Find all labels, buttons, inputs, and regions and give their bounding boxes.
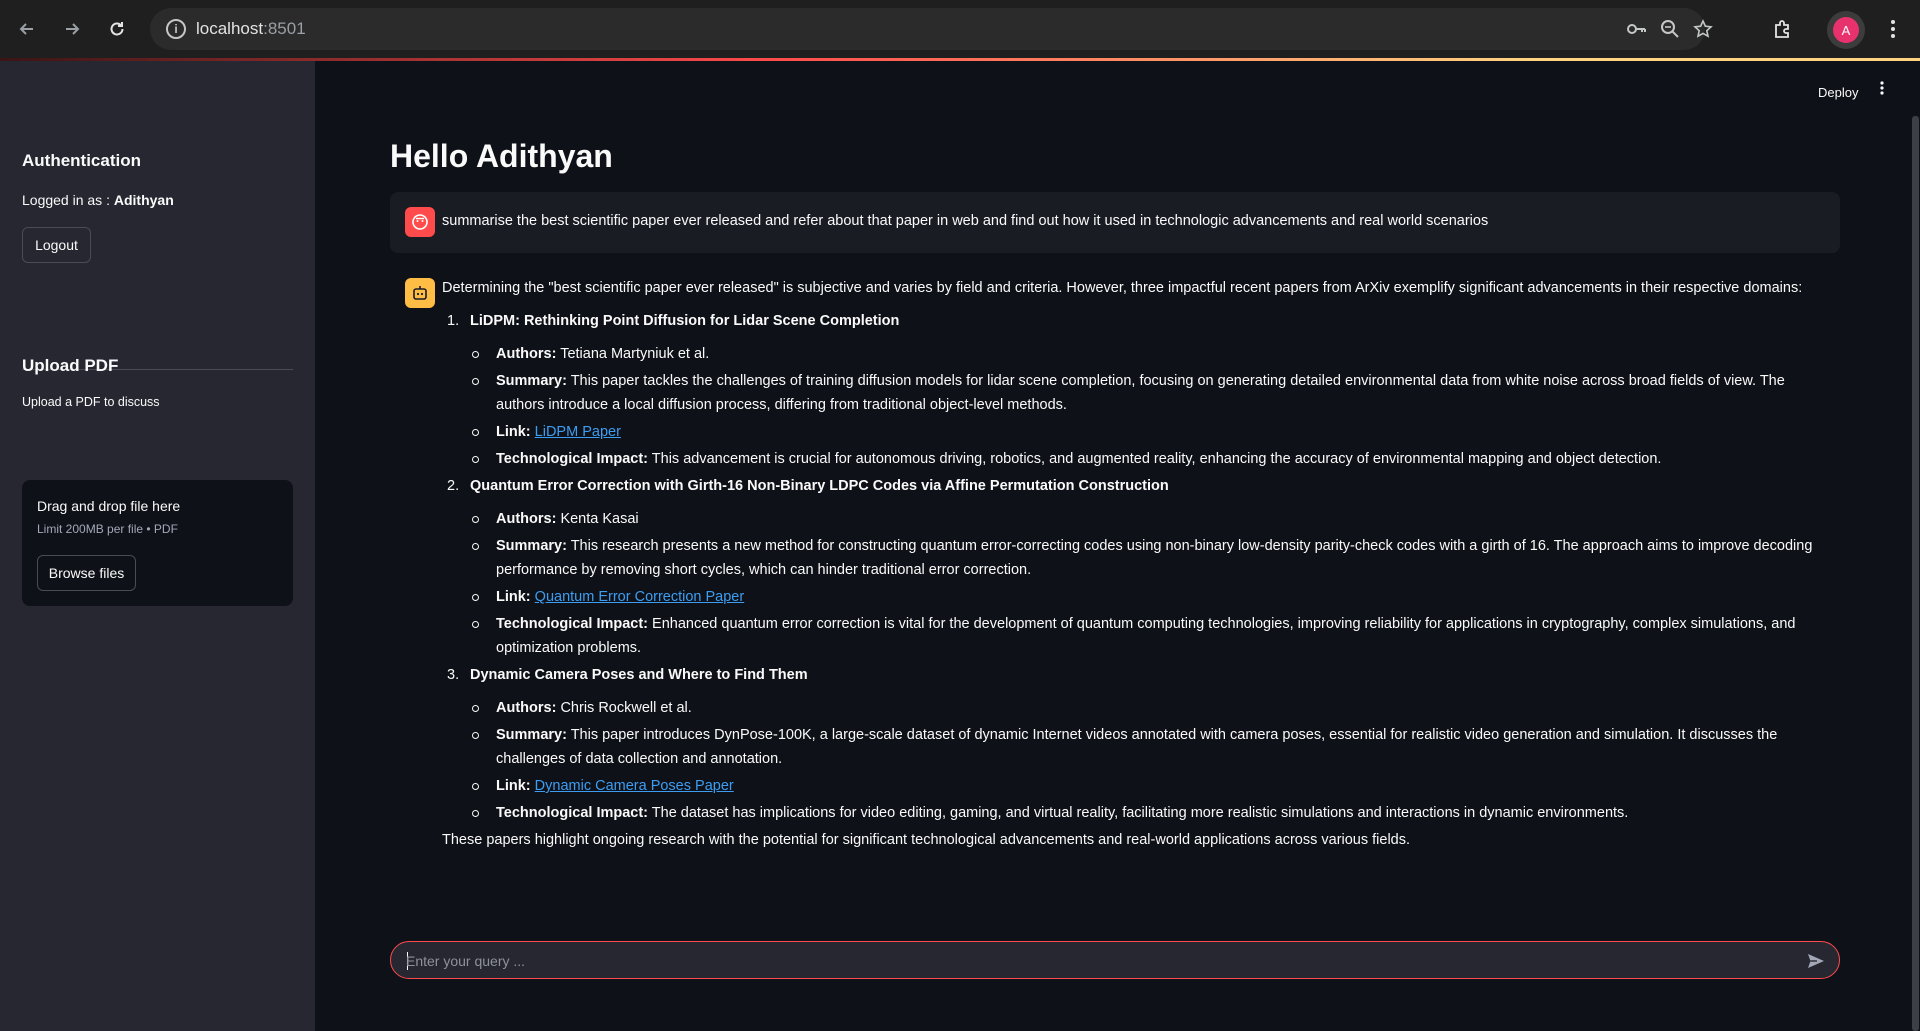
- zoom-icon[interactable]: [1659, 18, 1681, 40]
- bot-avatar-icon: [405, 278, 435, 308]
- send-icon[interactable]: [1805, 950, 1827, 972]
- browser-menu-icon[interactable]: [1878, 14, 1908, 44]
- paper-number: 2.: [447, 478, 460, 494]
- user-avatar-icon: [405, 207, 435, 237]
- file-dropzone[interactable]: Drag and drop file here Limit 200MB per …: [22, 480, 293, 606]
- paper-item: 1. LiDPM: Rethinking Point Diffusion for …: [442, 309, 1832, 471]
- paper-authors: Authors: Chris Rockwell et al.: [442, 696, 1832, 720]
- deploy-button[interactable]: Deploy: [1818, 85, 1858, 100]
- paper-link-anchor[interactable]: Dynamic Camera Poses Paper: [535, 778, 734, 794]
- chat-query-input[interactable]: [406, 950, 1786, 972]
- paper-summary: Summary: This research presents a new me…: [442, 534, 1832, 582]
- paper-number: 1.: [447, 313, 460, 329]
- browser-toolbar: i localhost:8501 A: [0, 0, 1920, 58]
- dropzone-title: Drag and drop file here: [37, 498, 181, 514]
- logged-in-text: Logged in as : Adithyan: [22, 192, 174, 208]
- user-message: summarise the best scientific paper ever…: [390, 192, 1840, 253]
- bookmark-star-icon[interactable]: [1692, 18, 1714, 40]
- paper-summary: Summary: This paper introduces DynPose-1…: [442, 723, 1832, 771]
- paper-link: Link: LiDPM Paper: [442, 420, 1832, 444]
- paper-link-anchor[interactable]: Quantum Error Correction Paper: [535, 589, 745, 605]
- paper-title: LiDPM: Rethinking Point Diffusion for Li…: [470, 313, 900, 329]
- back-icon[interactable]: [12, 14, 42, 44]
- paper-title: Dynamic Camera Poses and Where to Find T…: [470, 667, 808, 683]
- reload-icon[interactable]: [102, 14, 132, 44]
- auth-heading: Authentication: [22, 151, 141, 170]
- paper-impact: Technological Impact: This advancement i…: [442, 447, 1832, 471]
- paper-link: Link: Quantum Error Correction Paper: [442, 585, 1832, 609]
- bot-intro: Determining the "best scientific paper e…: [442, 280, 1803, 296]
- scrollbar[interactable]: [1912, 116, 1919, 1031]
- upload-heading: Upload PDF: [22, 356, 119, 375]
- upload-caption: Upload a PDF to discuss: [22, 395, 160, 409]
- dropzone-limit: Limit 200MB per file • PDF: [37, 522, 178, 536]
- password-key-icon[interactable]: [1625, 18, 1647, 40]
- paper-link-anchor[interactable]: LiDPM Paper: [535, 424, 621, 440]
- paper-summary: Summary: This paper tackles the challeng…: [442, 369, 1832, 417]
- profile-avatar[interactable]: A: [1833, 17, 1859, 43]
- address-bar[interactable]: i localhost:8501: [150, 8, 1713, 50]
- logout-button[interactable]: Logout: [22, 227, 91, 263]
- paper-impact: Technological Impact: The dataset has im…: [442, 801, 1832, 825]
- paper-title: Quantum Error Correction with Girth-16 N…: [470, 478, 1169, 494]
- user-message-text: summarise the best scientific paper ever…: [442, 213, 1489, 229]
- forward-icon[interactable]: [57, 14, 87, 44]
- app-menu-icon[interactable]: [1880, 81, 1884, 100]
- sidebar: Authentication Logged in as : Adithyan L…: [0, 61, 315, 1031]
- bot-closing: These papers highlight ongoing research …: [442, 832, 1411, 848]
- site-info-icon[interactable]: i: [166, 19, 186, 39]
- paper-authors: Authors: Kenta Kasai: [442, 507, 1832, 531]
- paper-impact: Technological Impact: Enhanced quantum e…: [442, 612, 1832, 660]
- page-title: Hello Adithyan: [390, 138, 613, 174]
- paper-number: 3.: [447, 667, 460, 683]
- paper-item: 3. Dynamic Camera Poses and Where to Find…: [442, 663, 1832, 825]
- main-area: Deploy Hello Adithyan summarise the best…: [315, 61, 1920, 1031]
- browse-files-button[interactable]: Browse files: [37, 555, 136, 591]
- url-text: localhost:8501: [196, 19, 306, 38]
- extensions-icon[interactable]: [1767, 14, 1797, 44]
- paper-authors: Authors: Tetiana Martyniuk et al.: [442, 342, 1832, 366]
- paper-item: 2. Quantum Error Correction with Girth-16…: [442, 474, 1832, 660]
- chat-input-box[interactable]: [390, 941, 1840, 979]
- paper-link: Link: Dynamic Camera Poses Paper: [442, 774, 1832, 798]
